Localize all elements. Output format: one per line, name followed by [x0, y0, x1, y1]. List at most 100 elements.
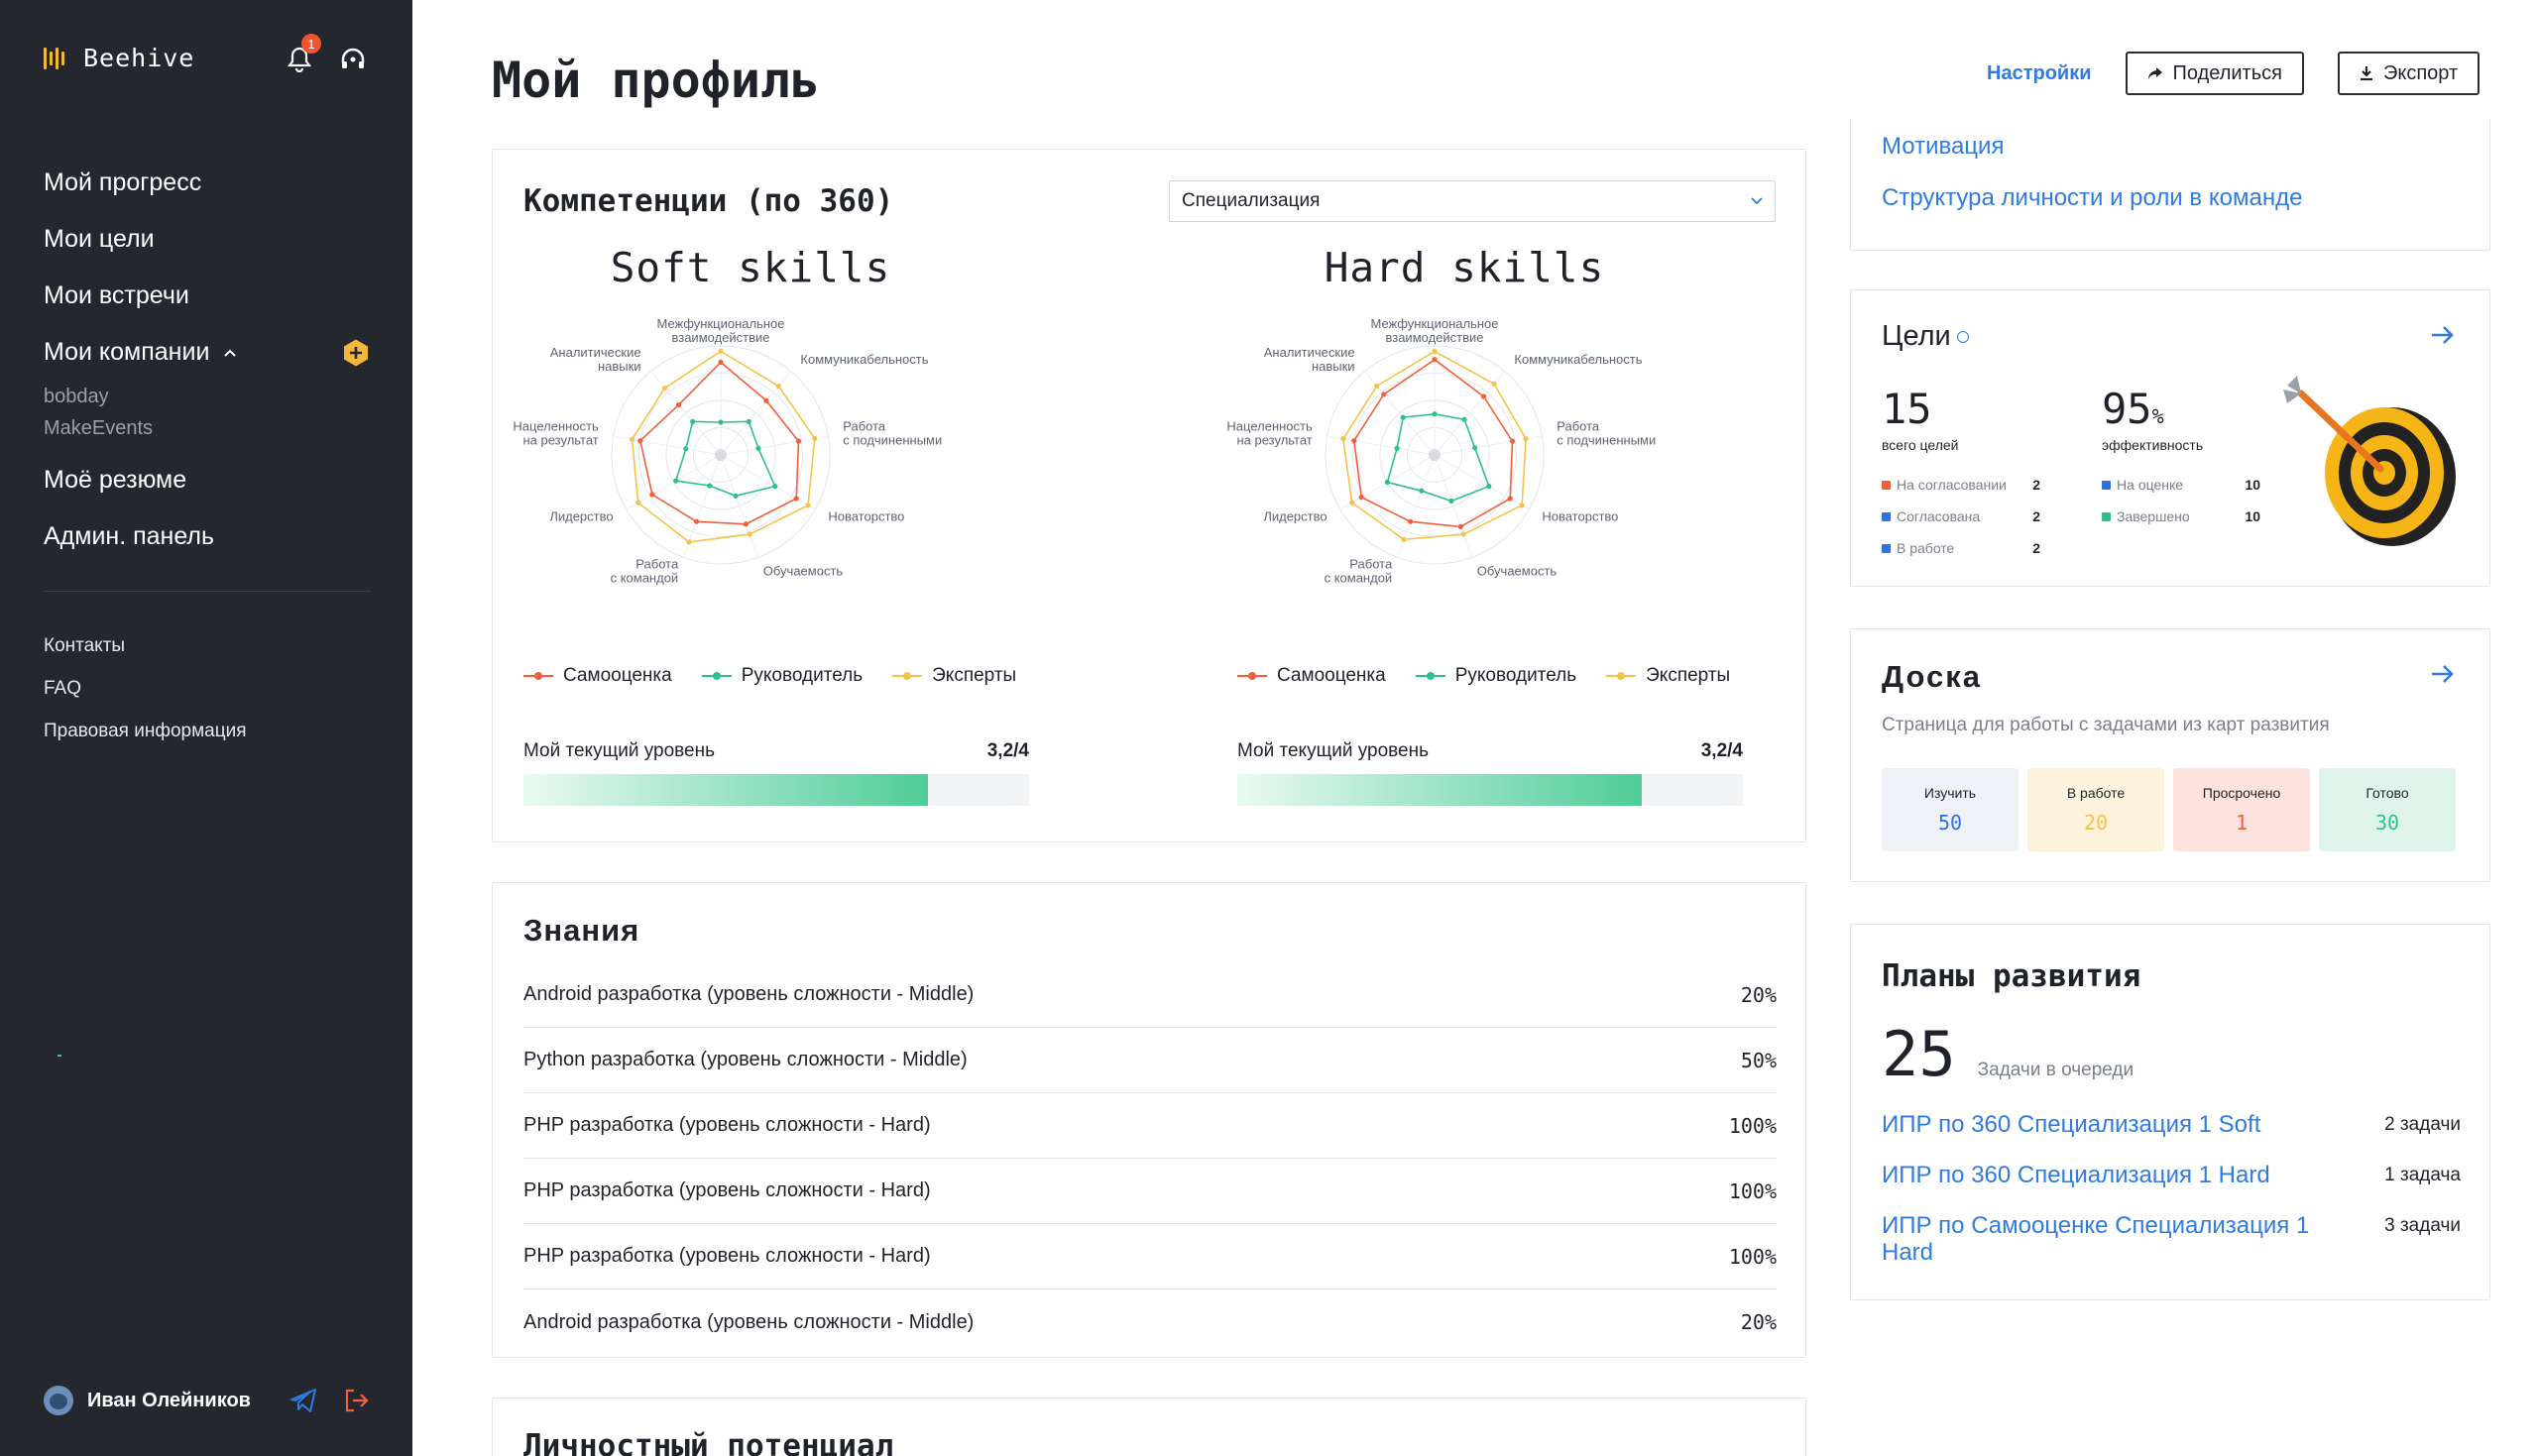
data-point — [661, 385, 668, 392]
data-point — [635, 500, 641, 505]
nav-admin-panel[interactable]: Админ. панель — [44, 508, 371, 565]
goals-status-list-left: На согласовании 2 Согласована 2 В работе 2 — [1882, 469, 2040, 564]
knowledge-percent: 50% — [1740, 1048, 1777, 1072]
list-item[interactable]: PHP разработка (уровень сложности - Hard… — [523, 1224, 1777, 1289]
legend-line-manager — [1415, 672, 1445, 680]
list-item[interactable]: Android разработка (уровень сложности - … — [523, 1289, 1777, 1355]
tile-overdue[interactable]: Просрочено 1 — [2173, 768, 2310, 851]
data-point — [772, 484, 778, 490]
tile-in-progress[interactable]: В работе 20 — [2027, 768, 2164, 851]
share-button[interactable]: Поделиться — [2125, 52, 2304, 95]
hard-skills-level: Мой текущий уровень 3,2/4 — [1237, 740, 1743, 806]
plan-link[interactable]: ИПР по Самооценке Специализация 1 Hard — [1882, 1212, 2338, 1266]
plan-link[interactable]: ИПР по 360 Специализация 1 Soft — [1882, 1111, 2338, 1138]
status-label: На оценке — [2117, 477, 2184, 493]
data-point — [1394, 445, 1400, 451]
tile-value: 1 — [2235, 811, 2249, 835]
data-point — [1448, 498, 1454, 504]
company-makeevents[interactable]: MakeEvents — [44, 412, 371, 444]
data-point — [1384, 479, 1390, 486]
chart-title: Hard skills — [1324, 244, 1605, 291]
nav-contacts[interactable]: Контакты — [44, 624, 371, 667]
data-point — [1351, 438, 1357, 444]
potential-card: Личностный потенциал — [492, 1398, 1806, 1456]
queue-label: Задачи в очереди — [1977, 1060, 2134, 1080]
nav-my-goals[interactable]: Мои цели — [44, 211, 371, 268]
share-label: Поделиться — [2172, 61, 2282, 84]
data-point — [793, 496, 799, 502]
logo[interactable]: Beehive — [44, 44, 194, 72]
board-arrow-icon[interactable] — [2430, 663, 2456, 685]
data-point — [1457, 523, 1463, 529]
nav-legal-info[interactable]: Правовая информация — [44, 710, 371, 752]
board-title: Доска — [1882, 659, 1982, 694]
plan-tasks: 3 задачи — [2384, 1215, 2461, 1236]
data-point — [1374, 383, 1380, 390]
user-profile[interactable]: Иван Олейников — [44, 1386, 251, 1415]
list-item[interactable]: Android разработка (уровень сложности - … — [523, 962, 1777, 1028]
axis-label: Нацеленность на результат — [513, 418, 599, 447]
notifications-button[interactable]: 1 — [284, 34, 321, 75]
personality-structure-link[interactable]: Структура личности и роли в команде — [1882, 184, 2302, 212]
data-point — [686, 539, 692, 545]
axis-label: Лидерство — [1263, 509, 1327, 524]
export-button[interactable]: Экспорт — [2337, 52, 2480, 95]
legend-line-self — [1237, 672, 1267, 680]
data-point — [1519, 503, 1525, 508]
info-icon[interactable] — [1956, 330, 1969, 343]
list-item[interactable]: PHP разработка (уровень сложности - Hard… — [523, 1159, 1777, 1224]
plan-tasks: 1 задача — [2384, 1165, 2461, 1185]
data-point — [1509, 438, 1516, 444]
plan-item: ИПР по 360 Специализация 1 Hard 1 задача — [1882, 1162, 2461, 1188]
company-bobday[interactable]: bobday — [44, 381, 371, 412]
motivation-link[interactable]: Мотивация — [1882, 133, 2004, 161]
plan-link[interactable]: ИПР по 360 Специализация 1 Hard — [1882, 1162, 2338, 1188]
list-item[interactable]: Python разработка (уровень сложности - M… — [523, 1028, 1777, 1093]
data-point — [1472, 445, 1478, 451]
axis-label: Коммуникабельность — [800, 352, 928, 367]
legend-label: Руководитель — [1454, 665, 1577, 686]
tile-to-study[interactable]: Изучить 50 — [1882, 768, 2019, 851]
nav-faq[interactable]: FAQ — [44, 667, 371, 710]
data-point — [1432, 348, 1438, 355]
app-name: Beehive — [83, 44, 195, 72]
support-button[interactable] — [337, 44, 369, 75]
goals-arrow-icon[interactable] — [2430, 324, 2456, 346]
add-company-icon[interactable] — [341, 338, 371, 368]
legend-line-self — [523, 672, 553, 680]
chart-legend: Самооценка Руководитель Эксперты — [1237, 665, 1730, 687]
goals-efficiency-value: 95% — [2102, 385, 2203, 433]
data-point — [718, 348, 724, 355]
specialization-select[interactable]: Специализация — [1169, 180, 1776, 222]
target-icon — [2283, 376, 2456, 546]
status-swatch — [1882, 480, 1891, 490]
efficiency-number: 95 — [2102, 385, 2152, 433]
data-point — [649, 492, 655, 498]
axis-label: Межфункциональное взаимодействие — [1370, 316, 1498, 345]
nav-my-resume[interactable]: Моё резюме — [44, 452, 371, 508]
tile-label: Изучить — [1923, 785, 1977, 801]
nav-my-meetings[interactable]: Мои встречи — [44, 268, 371, 324]
legend-label: Руководитель — [741, 665, 864, 686]
radar-center — [715, 449, 727, 461]
hard-skills-radar: Межфункциональное взаимодействие Коммуника… — [1226, 316, 1656, 586]
nav-my-progress[interactable]: Мой прогресс — [44, 155, 371, 211]
data-point — [1340, 436, 1346, 442]
tile-done[interactable]: Готово 30 — [2319, 768, 2456, 851]
data-point — [1400, 414, 1406, 420]
axis-spoke — [720, 454, 759, 558]
data-point — [630, 436, 635, 442]
level-label: Мой текущий уровень — [1237, 740, 1429, 761]
telegram-icon[interactable] — [289, 1388, 317, 1413]
goals-card: Цели 15 всего целей 95% эффективность На… — [1850, 289, 2490, 587]
data-point — [755, 445, 761, 451]
logout-icon[interactable] — [343, 1388, 371, 1413]
nav-my-companies-label: Мои компании — [44, 338, 210, 366]
legend-label: Эксперты — [932, 665, 1017, 686]
settings-link[interactable]: Настройки — [1987, 62, 2092, 85]
nav-my-companies[interactable]: Мои компании — [44, 324, 371, 381]
personality-links-card: Мотивация Структура личности и роли в ко… — [1850, 119, 2490, 251]
list-item[interactable]: PHP разработка (уровень сложности - Hard… — [523, 1093, 1777, 1159]
knowledge-name: PHP разработка (уровень сложности - Hard… — [523, 1179, 931, 1201]
knowledge-title: Знания — [523, 913, 640, 948]
